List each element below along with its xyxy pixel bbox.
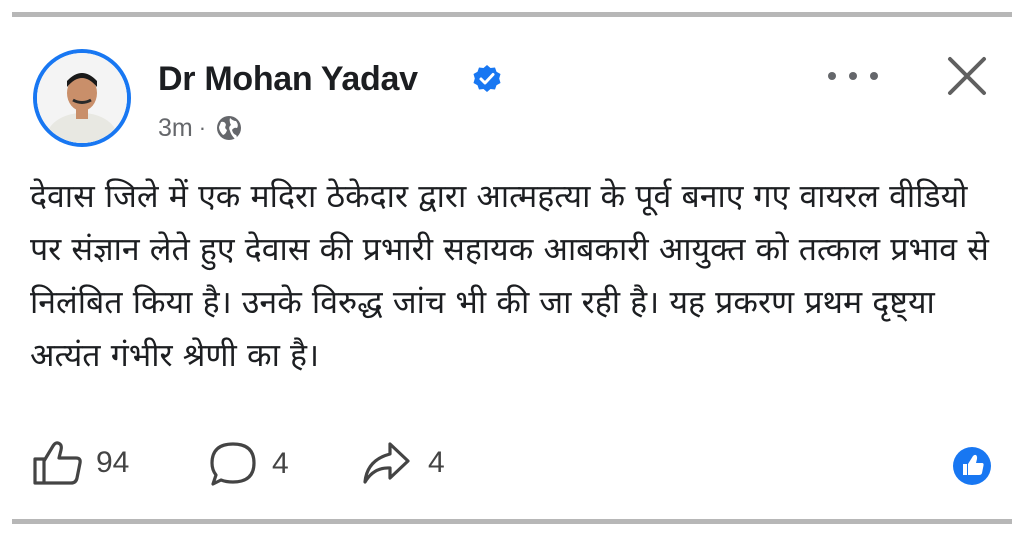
share-count: 4 [428,446,445,479]
close-icon[interactable] [946,55,988,97]
like-button[interactable]: 94 [32,440,129,486]
like-reaction-icon[interactable] [952,446,992,486]
thumbs-up-icon [33,441,82,485]
post-text: देवास जिले में एक मदिरा ठेकेदार द्वारा आ… [30,177,989,374]
avatar-photo [37,53,127,143]
more-options-icon[interactable] [828,66,878,86]
meta-separator: · [198,115,207,140]
globe-icon[interactable] [214,113,244,143]
author-name[interactable]: Dr Mohan Yadav [158,60,418,99]
post-meta: 3m · [158,113,244,143]
bottom-divider [12,519,1012,524]
top-divider [12,12,1012,17]
share-button[interactable]: 4 [360,440,445,486]
like-count: 94 [96,446,130,479]
share-arrow-icon [363,442,410,484]
more-dot [870,72,878,80]
more-dot [849,72,857,80]
comment-count: 4 [272,447,289,480]
avatar[interactable] [33,49,131,147]
post-time[interactable]: 3m [158,114,193,143]
more-dot [828,72,836,80]
verified-badge-icon [473,65,501,92]
comment-button[interactable]: 4 [208,440,289,488]
comment-bubble-icon [210,442,256,486]
